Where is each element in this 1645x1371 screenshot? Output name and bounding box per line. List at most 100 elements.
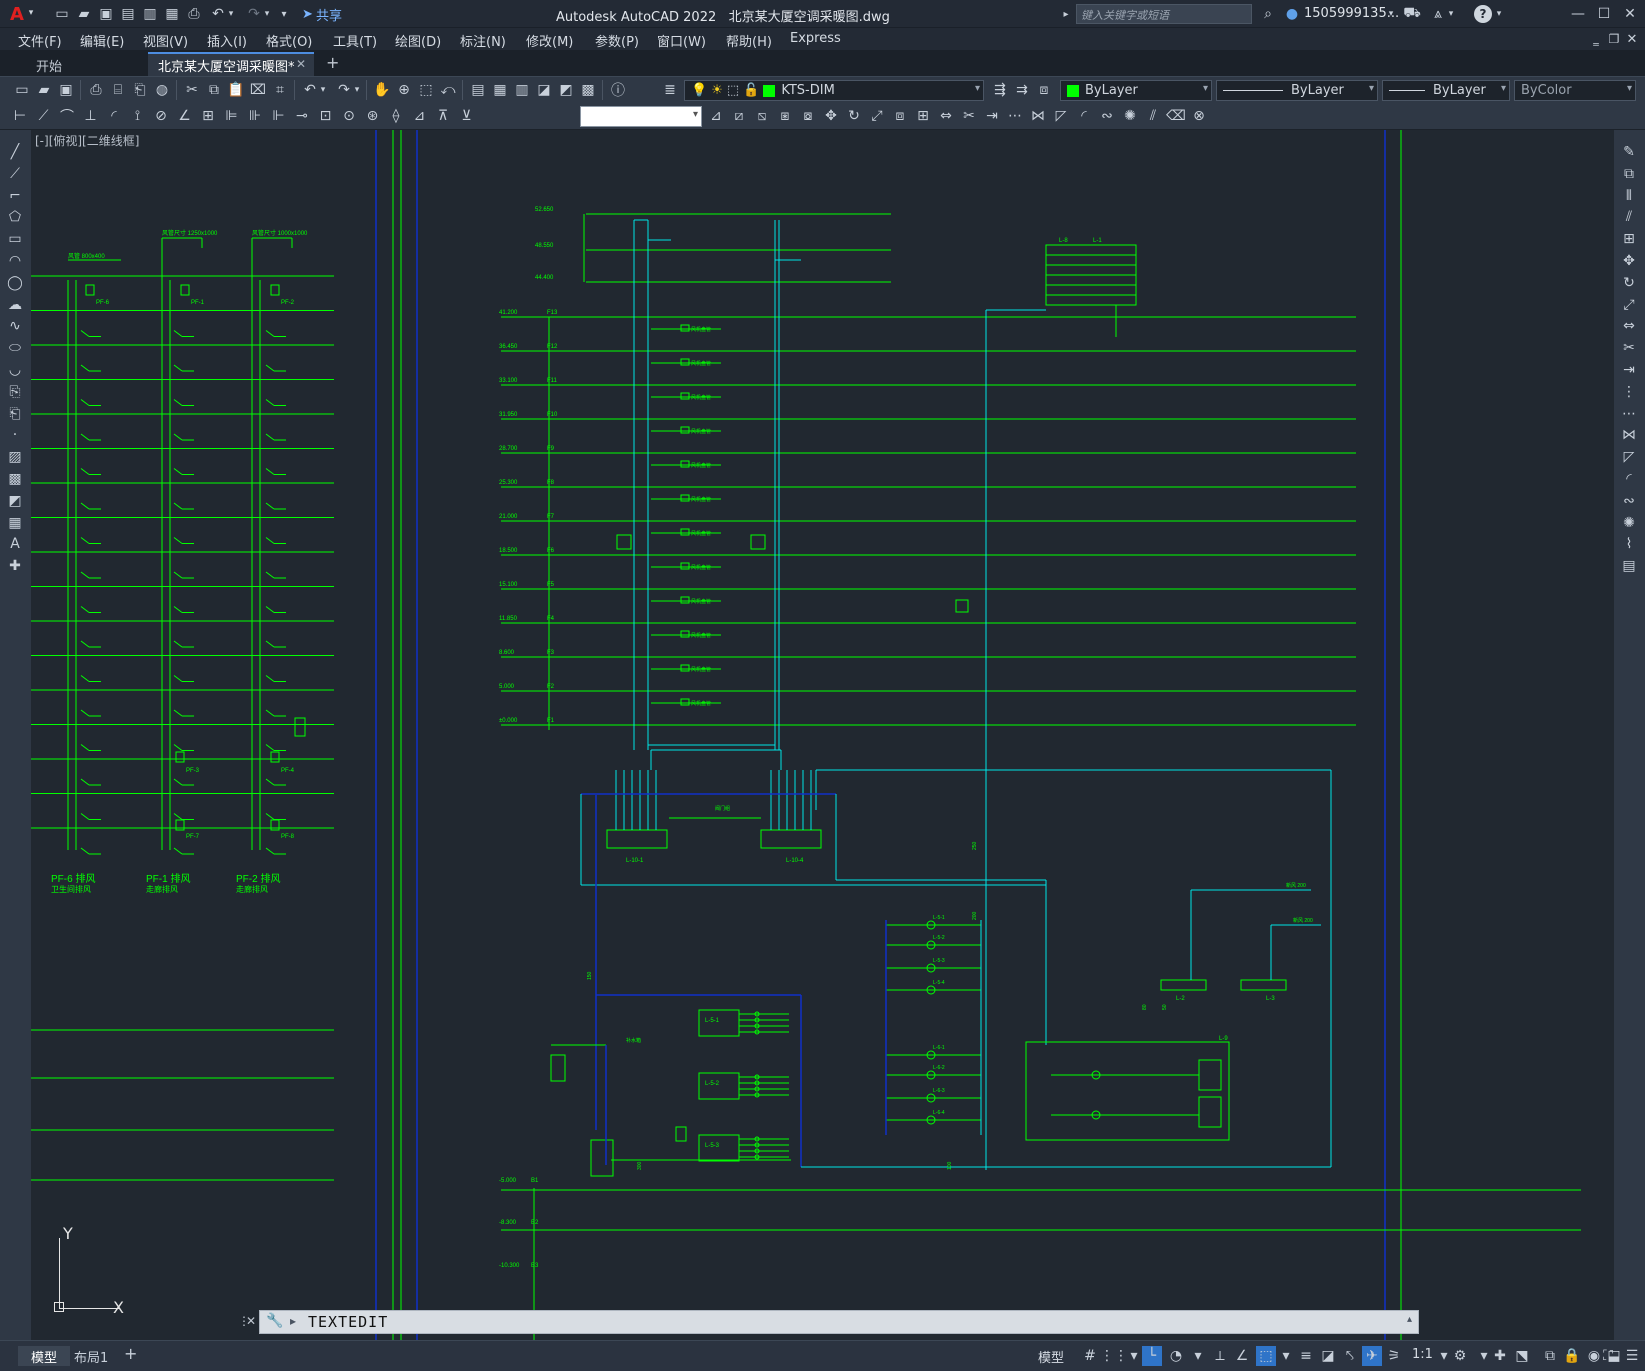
lineweight-dropdown[interactable]: ByLayer ▾ [1382, 80, 1510, 101]
tb-calculator-icon[interactable]: ▩ [578, 80, 598, 100]
polar-icon[interactable]: ◔ [1166, 1346, 1186, 1366]
dim-style-icon[interactable]: ⊿ [706, 106, 726, 126]
annotation-scale[interactable]: 1:1 [1412, 1347, 1433, 1362]
insert-block-icon[interactable]: ⎘ [5, 382, 25, 402]
auto-scale-icon[interactable]: ⚞ [1384, 1346, 1404, 1366]
dimstyle-dropdown[interactable]: ▾ [580, 106, 702, 127]
oblique-icon[interactable]: ⧄ [729, 106, 749, 126]
extend-icon[interactable]: ⇥ [1619, 360, 1639, 380]
tb-pan-icon[interactable]: ✋ [372, 80, 392, 100]
erase-icon[interactable]: ⌫ [1166, 106, 1186, 126]
dim-angular-icon[interactable]: ∠ [175, 106, 195, 126]
scale-icon[interactable]: ⤢ [1619, 295, 1639, 315]
tb-save-icon[interactable]: ▣ [56, 80, 76, 100]
dim-edit-icon[interactable]: ⊿ [410, 106, 430, 126]
plot-icon[interactable]: ⎙ [184, 4, 204, 24]
gradient-icon[interactable]: ▩ [5, 469, 25, 489]
save-to-web-icon[interactable]: ▦ [162, 4, 182, 24]
inspect-icon[interactable]: ⊛ [363, 106, 383, 126]
doc-close-icon[interactable]: ✕ [1622, 29, 1642, 49]
distribute-icon[interactable]: ⧇ [798, 106, 818, 126]
copy-prop-icon[interactable]: ⧅ [752, 106, 772, 126]
command-customize-icon[interactable]: 🔧 [266, 1313, 283, 1329]
stretch-icon[interactable]: ⇔ [1619, 316, 1639, 336]
rectangle-icon[interactable]: ▭ [5, 229, 25, 249]
undo-icon[interactable]: ↶ [208, 4, 228, 24]
tolerance-icon[interactable]: ⊡ [316, 106, 336, 126]
tb-paste-icon[interactable]: 📋 [226, 80, 246, 100]
tb-undo-icon[interactable]: ↶ [300, 80, 320, 100]
array-icon[interactable]: ⊞ [913, 106, 933, 126]
layout-tab[interactable]: 布局1 [74, 1347, 108, 1366]
new-tab-button[interactable]: + [326, 53, 339, 72]
menu-item-6[interactable]: 绘图(D) [395, 31, 441, 50]
tb-tool-palettes-icon[interactable]: ▥ [512, 80, 532, 100]
explode-icon[interactable]: ✺ [1120, 106, 1140, 126]
workspace-icon[interactable]: ⚙ [1450, 1346, 1470, 1366]
clean-screen-icon[interactable]: ⛶ [1598, 1346, 1618, 1366]
spline-icon[interactable]: ∿ [5, 316, 25, 336]
app-menu-chevron-icon[interactable]: ▾ [26, 6, 36, 20]
grid-icon[interactable]: # [1080, 1346, 1100, 1366]
menu-item-12[interactable]: Express [790, 31, 841, 46]
fillet-icon[interactable]: ◜ [1074, 106, 1094, 126]
dim-baseline-icon[interactable]: ⊫ [222, 106, 242, 126]
menu-item-1[interactable]: 编辑(E) [80, 31, 124, 50]
tab-start[interactable]: 开始 [24, 54, 144, 76]
menu-item-11[interactable]: 帮助(H) [726, 31, 772, 50]
annotation-visibility-icon[interactable]: ✈ [1362, 1346, 1382, 1366]
quick-properties-icon[interactable]: ⧉ [1540, 1346, 1560, 1366]
a360-dropdown-icon[interactable]: ▾ [1446, 4, 1456, 24]
tb-make-current-icon[interactable]: ⇶ [990, 80, 1010, 100]
isodraft-icon[interactable]: ⟂ [1210, 1346, 1230, 1366]
selection-cycling-icon[interactable]: ⤣ [1340, 1346, 1360, 1366]
help-icon[interactable]: ? [1474, 5, 1492, 23]
save-as-icon[interactable]: ▤ [118, 4, 138, 24]
join-icon[interactable]: ⋈ [1028, 106, 1048, 126]
doc-minimize-icon[interactable]: ‗ [1586, 29, 1606, 49]
menu-item-8[interactable]: 修改(M) [526, 31, 573, 50]
mirror-icon[interactable]: ⫴ [1619, 186, 1639, 206]
dim-space-icon[interactable]: ⊩ [269, 106, 289, 126]
offset-icon[interactable]: ⫽ [1143, 106, 1163, 126]
dim-aligned-icon[interactable]: ⟋ [34, 106, 54, 126]
scale-icon[interactable]: ⤢ [867, 106, 887, 126]
model-space-button[interactable]: 模型 [1038, 1347, 1064, 1366]
tb-publish-icon[interactable]: ⎗ [130, 80, 150, 100]
tab-active-document[interactable]: 北京某大厦空调采暖图* ✕ [148, 52, 314, 76]
tb-layer-manager-icon[interactable]: ≣ [660, 80, 680, 100]
ellipse-arc-icon[interactable]: ◡ [5, 360, 25, 380]
dim-text-edit-icon[interactable]: ⊼ [433, 106, 453, 126]
ortho-icon[interactable]: └ [1142, 1346, 1162, 1366]
stretch-icon[interactable]: ⇔ [936, 106, 956, 126]
point-icon[interactable]: · [5, 425, 25, 445]
tb-sheet-set-icon[interactable]: ◪ [534, 80, 554, 100]
dim-radius-icon[interactable]: ◜ [104, 106, 124, 126]
jogged-linear-icon[interactable]: ⟠ [386, 106, 406, 126]
app-logo-icon[interactable]: A [6, 3, 28, 25]
dim-jogged-icon[interactable]: ⟟ [128, 106, 148, 126]
tb-cut-icon[interactable]: ✂ [182, 80, 202, 100]
tb-preview-icon[interactable]: ⌸ [108, 80, 128, 100]
help-dropdown-icon[interactable]: ▾ [1494, 4, 1504, 24]
search-input[interactable]: 键入关键字或短语 [1076, 4, 1252, 24]
tb-layer-states-icon[interactable]: ⧈ [1034, 80, 1054, 100]
new-file-icon[interactable]: ▭ [52, 4, 72, 24]
linetype-dropdown[interactable]: ByLayer ▾ [1216, 80, 1378, 101]
share-button[interactable]: ➤ 共享 [296, 4, 348, 24]
expand-search-icon[interactable]: ▸ [1060, 4, 1072, 24]
align-icon[interactable]: ⧆ [775, 106, 795, 126]
open-from-web-icon[interactable]: ▥ [140, 4, 160, 24]
move-icon[interactable]: ✥ [821, 106, 841, 126]
move-icon[interactable]: ✥ [1619, 251, 1639, 271]
close-window-icon[interactable]: ✕ [1620, 4, 1640, 24]
drawing-canvas[interactable]: [-][俯视][二维线框] 风管 800x400 风管尺寸 1250x1000 风管… [31, 130, 1614, 1340]
save-icon[interactable]: ▣ [96, 4, 116, 24]
edit-polyline-icon[interactable]: ⌇ [1619, 534, 1639, 554]
fillet-icon[interactable]: ◜ [1619, 469, 1639, 489]
menu-item-0[interactable]: 文件(F) [18, 31, 62, 50]
xline-icon[interactable]: ⟋ [5, 164, 25, 184]
arc-icon[interactable]: ◠ [5, 251, 25, 271]
open-file-icon[interactable]: ▰ [74, 4, 94, 24]
snap-drop-icon[interactable]: ▾ [1124, 1346, 1144, 1366]
